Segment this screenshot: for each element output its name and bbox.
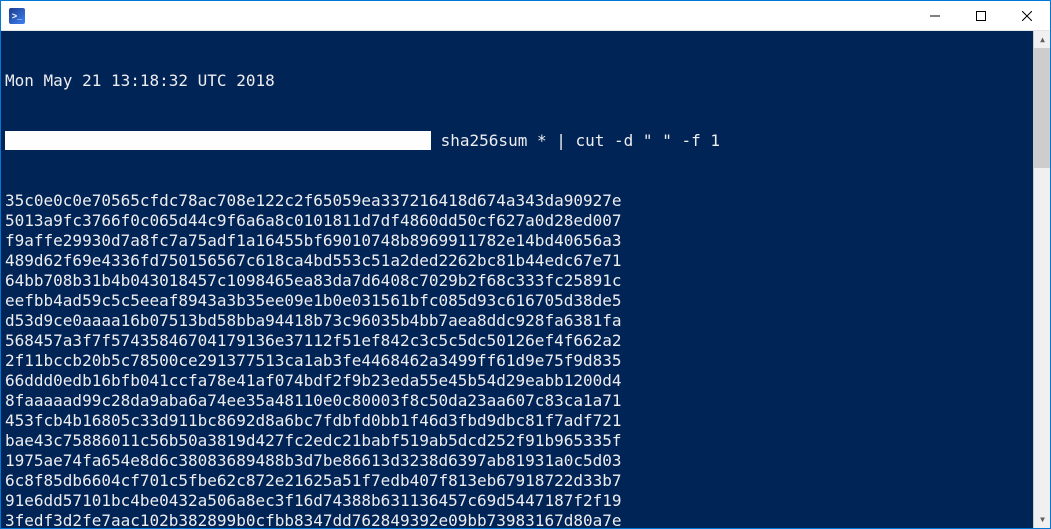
command-text: sha256sum * | cut -d " " -f 1 xyxy=(431,131,720,151)
vertical-scrollbar[interactable]: ▲ ▼ xyxy=(1033,31,1050,528)
scroll-up-arrow[interactable]: ▲ xyxy=(1034,31,1050,48)
close-icon xyxy=(1022,11,1032,21)
hash-output-line: 64bb708b31b4b043018457c1098465ea83da7d64… xyxy=(5,271,1046,291)
hash-output-line: 91e6dd57101bc4be0432a506a8ec3f16d74388b6… xyxy=(5,491,1046,511)
maximize-icon xyxy=(976,11,986,21)
powershell-icon: >_ xyxy=(9,8,25,24)
hash-output-line: 35c0e0c0e70565cfdc78ac708e122c2f65059ea3… xyxy=(5,191,1046,211)
hash-output-line: d53d9ce0aaaa16b07513bd58bba94418b73c9603… xyxy=(5,311,1046,331)
hash-output-line: bae43c75886011c56b50a3819d427fc2edc21bab… xyxy=(5,431,1046,451)
maximize-button[interactable] xyxy=(958,1,1004,30)
scroll-down-arrow[interactable]: ▼ xyxy=(1034,511,1050,528)
command-line: sha256sum * | cut -d " " -f 1 xyxy=(5,131,1046,151)
hash-output-line: 453fcb4b16805c33d911bc8692d8a6bc7fdbfd0b… xyxy=(5,411,1046,431)
hash-output-line: 6c8f85db6604cf701c5fbe62c872e21625a51f7e… xyxy=(5,471,1046,491)
titlebar[interactable]: >_ xyxy=(1,1,1050,31)
hash-output-line: 489d62f69e4336fd750156567c618ca4bd553c51… xyxy=(5,251,1046,271)
timestamp-line: Mon May 21 13:18:32 UTC 2018 xyxy=(5,71,1046,91)
window-controls xyxy=(912,1,1050,30)
hash-output-line: 2f11bccb20b5c78500ce291377513ca1ab3fe446… xyxy=(5,351,1046,371)
terminal-content: Mon May 21 13:18:32 UTC 2018 sha256sum *… xyxy=(1,31,1050,528)
scrollbar-thumb[interactable] xyxy=(1034,48,1050,168)
hash-output-line: eefbb4ad59c5c5eeaf8943a3b35ee09e1b0e0315… xyxy=(5,291,1046,311)
minimize-button[interactable] xyxy=(912,1,958,30)
powershell-window: >_ Mon May 21 13:18:32 UTC 2018 sha256su… xyxy=(0,0,1051,529)
hash-output-line: 1975ae74fa654e8d6c38083689488b3d7be86613… xyxy=(5,451,1046,471)
hash-output-line: f9affe29930d7a8fc7a75adf1a16455bf6901074… xyxy=(5,231,1046,251)
close-button[interactable] xyxy=(1004,1,1050,30)
hash-output-line: 568457a3f7f57435846704179136e37112f51ef8… xyxy=(5,331,1046,351)
terminal-area[interactable]: Mon May 21 13:18:32 UTC 2018 sha256sum *… xyxy=(1,31,1050,528)
command-redacted-prefix xyxy=(5,131,431,150)
hash-output-line: 8faaaaad99c28da9aba6a74ee35a48110e0c8000… xyxy=(5,391,1046,411)
hash-output-line: 66ddd0edb16bfb041ccfa78e41af074bdf2f9b23… xyxy=(5,371,1046,391)
hash-output-line: 5013a9fc3766f0c065d44c9f6a6a8c0101811d7d… xyxy=(5,211,1046,231)
hash-output-line: 3fedf3d2fe7aac102b382899b0cfbb8347dd7628… xyxy=(5,511,1046,528)
minimize-icon xyxy=(930,11,940,21)
